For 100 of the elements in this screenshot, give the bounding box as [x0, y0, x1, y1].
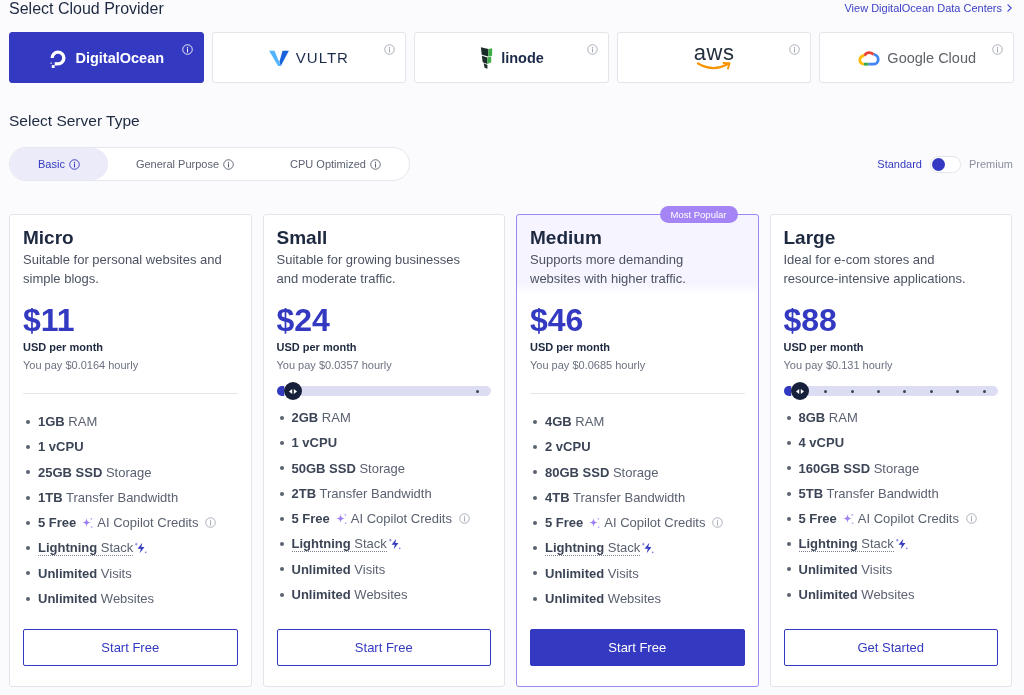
provider-button[interactable]: Google Cloud [819, 32, 1014, 83]
bullet-icon [26, 596, 30, 601]
feature-text: 5 Free [291, 511, 330, 527]
feature-text: Unlimited Visits [798, 561, 893, 577]
sparkle-icon [81, 516, 94, 529]
feature-text: 1GB RAM [38, 414, 98, 430]
plan-name: Small [276, 227, 328, 249]
data-centers-link[interactable]: View DigitalOcean Data Centers [844, 1, 1012, 15]
info-icon [965, 513, 977, 525]
feature-text: Unlimited Websites [545, 591, 662, 607]
popular-badge: Most Popular [659, 206, 738, 223]
provider-button[interactable]: DigitalOcean [9, 32, 204, 83]
server-type-tab[interactable]: General Purpose [107, 148, 263, 180]
info-icon [384, 44, 396, 55]
plan-name: Medium [530, 227, 602, 249]
plan-price: $88 [783, 302, 837, 338]
bullet-icon [279, 516, 284, 521]
feature-text: 5 Free [798, 511, 837, 527]
feature-text: 160GB SSD Storage [798, 460, 920, 476]
feature-text: Unlimited Visits [545, 565, 639, 581]
feature-text: 1TB Transfer Bandwidth [38, 490, 179, 506]
feature-text: 4GB RAM [545, 414, 605, 430]
feature-text: Unlimited Websites [798, 587, 915, 603]
lightning-sparkle-icon [642, 542, 655, 555]
plan-price: $11 [23, 302, 75, 338]
provider-button[interactable]: aws [616, 32, 812, 83]
feature-text: Unlimited Websites [38, 591, 155, 607]
bullet-icon [26, 444, 30, 449]
arrow-logo-icon [696, 60, 733, 71]
info-icon [586, 44, 598, 55]
feature-text: Lightning Stack [38, 540, 134, 557]
section-title: Select Server Type [9, 112, 140, 129]
feature-text: 2 vCPU [545, 439, 591, 455]
hourly-price: You pay $0.0685 hourly [530, 358, 646, 373]
provider-button[interactable]: VULTR [211, 32, 407, 83]
bullet-icon [533, 571, 537, 576]
select-plan-button[interactable]: Start Free [23, 629, 238, 666]
provider-button[interactable]: linode [414, 32, 609, 83]
feature-text: Unlimited Websites [291, 587, 408, 603]
feature-text: AI Copilot Credits [350, 511, 452, 527]
bullet-icon [786, 415, 791, 420]
bullet-icon [26, 546, 30, 551]
feature-text: 25GB SSD Storage [38, 464, 152, 480]
feature-text: Unlimited Visits [38, 565, 132, 581]
bullet-icon [786, 516, 791, 521]
feature-text: 5TB Transfer Bandwidth [798, 486, 939, 502]
bullet-icon [533, 546, 537, 551]
info-icon [712, 517, 724, 529]
plan-name: Large [783, 227, 836, 249]
feature-text: 2GB RAM [291, 410, 351, 426]
select-plan-button[interactable]: Start Free [530, 629, 745, 666]
price-unit: USD per month [276, 340, 357, 355]
lightning-sparkle-icon [895, 538, 908, 551]
select-plan-button[interactable]: Get Started [783, 629, 998, 666]
bullet-icon [533, 470, 537, 475]
plan-name: Micro [23, 227, 74, 249]
toggle-switch[interactable] [930, 155, 961, 173]
info-icon [992, 44, 1003, 55]
bullet-icon [533, 444, 537, 449]
chevron-right-icon [1007, 4, 1012, 12]
sparkle-icon [588, 516, 601, 529]
slider-thumb[interactable] [790, 382, 809, 400]
bullet-icon [786, 491, 791, 496]
bullet-icon [279, 567, 284, 572]
select-plan-button[interactable]: Start Free [276, 629, 491, 666]
bullet-icon [279, 491, 284, 496]
tier-option[interactable]: Standard [877, 158, 922, 170]
feature-text: 8GB RAM [798, 410, 858, 426]
feature-text: 4 vCPU [798, 435, 845, 451]
slider-thumb[interactable] [283, 382, 302, 400]
bullet-icon [786, 440, 791, 445]
server-type-tab[interactable]: CPU Optimized [262, 148, 409, 180]
plan-description: Suitable for personal websites and simple blogs. [23, 251, 223, 288]
info-icon [789, 44, 801, 55]
bullet-icon [786, 466, 791, 471]
cloud-logo-icon [857, 48, 881, 67]
bullet-icon [279, 415, 284, 420]
plan-price: $24 [276, 302, 330, 338]
feature-text: Unlimited Visits [291, 561, 386, 577]
bullet-icon [26, 470, 30, 475]
price-unit: USD per month [530, 340, 611, 355]
section-title: Select Cloud Provider [9, 0, 164, 17]
feature-text: 80GB SSD Storage [545, 464, 659, 480]
v-logo-icon [268, 48, 289, 67]
plan-description: Ideal for e-com stores and resource-intensive applications. [783, 251, 967, 288]
lightning-sparkle-icon [135, 542, 148, 555]
info-icon [458, 513, 470, 525]
info-icon [223, 158, 235, 170]
server-type-tab[interactable]: Basic [10, 148, 108, 180]
bullet-icon [279, 440, 284, 445]
bullet-icon [533, 419, 537, 424]
info-icon [181, 44, 193, 55]
bullet-icon [786, 567, 791, 572]
sparkle-icon [334, 512, 347, 525]
feature-text: Lightning Stack [798, 536, 894, 553]
bullet-icon [279, 542, 284, 547]
info-icon [68, 158, 80, 170]
feature-text: Lightning Stack [291, 536, 387, 553]
price-unit: USD per month [23, 340, 104, 355]
bullet-icon [533, 596, 537, 601]
